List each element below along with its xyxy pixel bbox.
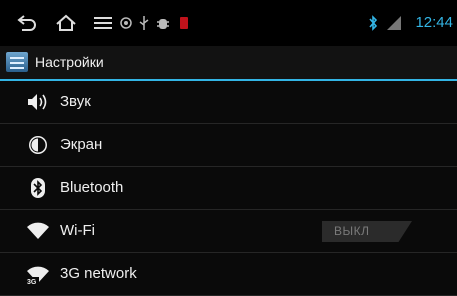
wifi-toggle-label: ВЫКЛ <box>334 224 370 238</box>
clock: 12:44 <box>415 14 453 31</box>
status-bar: 12:44 <box>0 0 457 46</box>
action-bar: Настройки <box>0 46 457 81</box>
wifi-icon <box>25 219 51 243</box>
usb-icon <box>137 13 151 33</box>
bluetooth-icon <box>367 13 379 33</box>
svg-text:3G: 3G <box>27 279 37 285</box>
settings-list: Звук Экран Bluetooth Wi-Fi ВЫКЛ 3G 3G ne… <box>0 81 457 296</box>
3g-network-icon: 3G <box>25 262 51 286</box>
signal-icon <box>386 13 402 33</box>
debug-icon <box>156 13 170 33</box>
recent-apps-icon[interactable] <box>92 13 114 33</box>
warning-icon <box>177 13 191 33</box>
home-icon[interactable] <box>54 13 78 33</box>
setting-wifi-label: Wi-Fi <box>60 222 95 239</box>
display-icon <box>25 133 51 157</box>
bluetooth-icon <box>25 176 51 200</box>
setting-3g-network[interactable]: 3G 3G network <box>0 253 457 296</box>
setting-bluetooth[interactable]: Bluetooth <box>0 167 457 210</box>
sound-icon <box>25 90 51 114</box>
gps-icon <box>118 13 134 33</box>
back-icon[interactable] <box>16 13 38 33</box>
settings-app-icon[interactable] <box>6 52 28 72</box>
setting-display[interactable]: Экран <box>0 124 457 167</box>
setting-bluetooth-label: Bluetooth <box>60 179 124 196</box>
setting-sound[interactable]: Звук <box>0 81 457 124</box>
setting-sound-label: Звук <box>60 93 91 110</box>
setting-3g-network-label: 3G network <box>60 265 137 282</box>
setting-wifi[interactable]: Wi-Fi ВЫКЛ <box>0 210 457 253</box>
wifi-toggle[interactable]: ВЫКЛ <box>322 221 412 242</box>
page-title: Настройки <box>35 54 104 70</box>
setting-display-label: Экран <box>60 136 103 153</box>
